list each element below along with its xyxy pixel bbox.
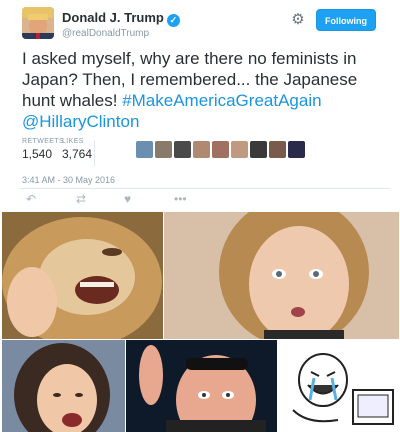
lion-laughing-image bbox=[2, 212, 163, 339]
stats-divider bbox=[94, 140, 95, 166]
retweet-icon[interactable]: ⇄ bbox=[76, 192, 86, 206]
man-lifting-sunglasses-image bbox=[126, 340, 277, 432]
mention-link[interactable]: @HillaryClinton bbox=[22, 112, 139, 131]
reply-icon[interactable]: ↶ bbox=[26, 192, 36, 206]
hashtag-link[interactable]: #MakeAmericaGreatAgain bbox=[122, 91, 321, 110]
likes-stat[interactable]: LIKES 3,764 bbox=[62, 138, 92, 161]
tweet-text: I asked myself, why are there no feminis… bbox=[22, 48, 388, 132]
reaction-images-collage bbox=[0, 211, 400, 432]
surprised-woman-image bbox=[164, 212, 399, 339]
author-handle[interactable]: @realDonaldTrump bbox=[62, 28, 149, 39]
liker-avatar[interactable] bbox=[250, 141, 267, 158]
liker-avatar[interactable] bbox=[193, 141, 210, 158]
liker-avatar[interactable] bbox=[269, 141, 286, 158]
retweets-count: 1,540 bbox=[22, 147, 53, 161]
author-avatar[interactable] bbox=[22, 7, 54, 39]
likes-count: 3,764 bbox=[62, 147, 93, 161]
more-icon[interactable]: ••• bbox=[174, 192, 187, 206]
liker-avatar[interactable] bbox=[174, 141, 191, 158]
tweet-timestamp[interactable]: 3:41 AM - 30 May 2016 bbox=[22, 175, 115, 185]
liker-avatar[interactable] bbox=[155, 141, 172, 158]
author-name[interactable]: Donald J. Trump ✓ bbox=[62, 10, 180, 27]
gear-icon[interactable]: ⚙ bbox=[290, 12, 306, 28]
laughing-woman-image bbox=[2, 340, 125, 432]
author-name-text[interactable]: Donald J. Trump bbox=[62, 10, 164, 25]
following-button[interactable]: Following bbox=[316, 9, 376, 31]
liker-avatar[interactable] bbox=[212, 141, 229, 158]
rage-comic-crying-laughing-image bbox=[278, 340, 399, 432]
retweets-stat[interactable]: RETWEETS 1,540 bbox=[22, 138, 64, 161]
heart-icon[interactable]: ♥ bbox=[124, 192, 131, 206]
tweet-card: Donald J. Trump ✓ @realDonaldTrump ⚙ Foll… bbox=[0, 0, 400, 210]
likes-label: LIKES bbox=[62, 138, 84, 145]
liker-avatar[interactable] bbox=[288, 141, 305, 158]
retweets-label: RETWEETS bbox=[22, 138, 65, 145]
liker-avatar[interactable] bbox=[136, 141, 153, 158]
liker-avatar[interactable] bbox=[231, 141, 248, 158]
verified-badge-icon: ✓ bbox=[166, 14, 180, 27]
actions-divider bbox=[20, 188, 390, 189]
